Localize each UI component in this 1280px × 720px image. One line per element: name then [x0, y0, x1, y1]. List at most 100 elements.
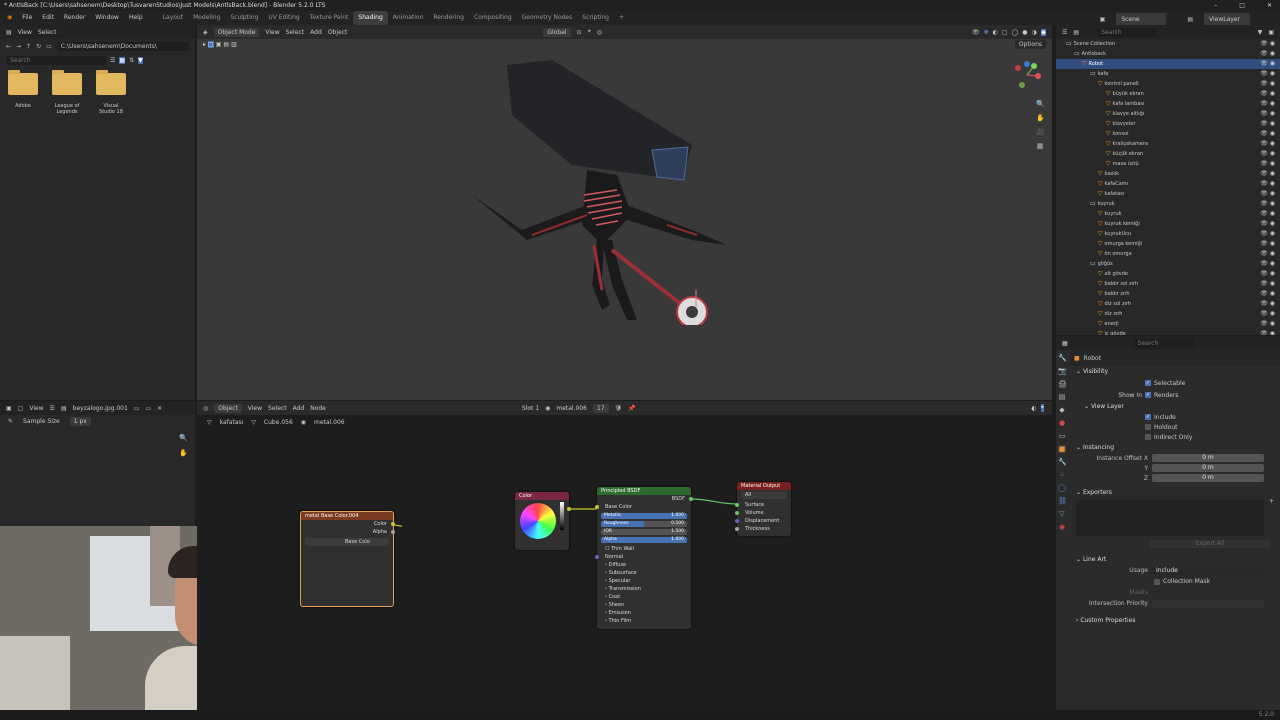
image-new-icon[interactable]: ▭	[134, 405, 140, 412]
vp-menu-select[interactable]: Select	[286, 29, 305, 36]
sort-icon[interactable]: ⇅	[129, 57, 134, 64]
ie-menu-view[interactable]: View	[29, 405, 43, 412]
filter-icon[interactable]: ▼	[138, 56, 143, 64]
vp-menu-add[interactable]: Add	[310, 29, 322, 36]
visibility-toggle-icon[interactable]: 👁 ◉	[1260, 259, 1275, 269]
tab-layout[interactable]: Layout	[158, 11, 188, 25]
modifier-tab-icon[interactable]: 🔧	[1058, 458, 1067, 466]
section-exporters[interactable]: ⌄ Exporters	[1070, 487, 1280, 498]
outliner-row[interactable]: ▽ kafatası 👁 ◉	[1056, 189, 1280, 199]
ie-view-icon[interactable]: ▢	[18, 405, 24, 412]
visibility-toggle-icon[interactable]: 👁 ◉	[1260, 179, 1275, 189]
tab-rendering[interactable]: Rendering	[428, 11, 469, 25]
overlay-icon[interactable]: ◐	[993, 29, 998, 36]
visibility-toggle-icon[interactable]: 👁 ◉	[1260, 119, 1275, 129]
menu-help[interactable]: Help	[124, 11, 148, 25]
ortho-grid-icon[interactable]: ▦	[1036, 142, 1044, 150]
view-layer-tab-icon[interactable]: ▤	[1058, 393, 1066, 401]
socket-icon[interactable]	[567, 507, 571, 511]
folder-item[interactable]: League of Legends	[52, 70, 82, 115]
target-selector[interactable]: All	[741, 492, 787, 499]
visibility-toggle-icon[interactable]: 👁 ◉	[1260, 129, 1275, 139]
panel-sheen[interactable]: › Sheen	[597, 601, 691, 609]
camera-view-icon[interactable]: 🎥	[1036, 128, 1045, 136]
navigation-gizmo[interactable]	[1012, 60, 1042, 90]
socket-icon[interactable]	[391, 522, 395, 526]
exporters-list[interactable]: +	[1076, 498, 1274, 536]
particles-tab-icon[interactable]: ⁘	[1058, 471, 1066, 479]
visibility-toggle-icon[interactable]: 👁 ◉	[1260, 159, 1275, 169]
tool-tab-icon[interactable]: 🔧	[1058, 354, 1067, 362]
output-tab-icon[interactable]: 🖨	[1058, 380, 1067, 388]
physics-tab-icon[interactable]: ◯	[1058, 484, 1066, 492]
shading-solid-icon[interactable]: ●	[1022, 29, 1027, 36]
play-icon[interactable]: ▸	[203, 41, 206, 48]
panel-emission[interactable]: › Emission	[597, 609, 691, 617]
editor-type-icon[interactable]: ▦	[1062, 340, 1068, 347]
grid-view-icon[interactable]: ▦	[119, 56, 126, 64]
visibility-toggle-icon[interactable]: 👁 ◉	[1260, 199, 1275, 209]
outliner-row[interactable]: ▽ konsol 👁 ◉	[1056, 129, 1280, 139]
outliner-row[interactable]: ▽ klavye altlığı 👁 ◉	[1056, 109, 1280, 119]
material-tab-icon[interactable]: ◉	[1058, 523, 1066, 531]
object-tab-icon[interactable]: ■	[1058, 445, 1066, 453]
robot-model[interactable]	[452, 55, 752, 325]
image-editor[interactable]: ▣ ▢ View ☰ ▤ beyzalogo.jpg.001 ▭ ▭ ✕ ✎ S…	[0, 401, 195, 526]
parent-dir-icon[interactable]: ↑	[26, 43, 31, 50]
new-collection-icon[interactable]: ▣	[1268, 29, 1274, 36]
minimize-icon[interactable]: –	[1214, 0, 1217, 11]
usage-selector[interactable]: Include	[1152, 566, 1264, 575]
orientation-selector[interactable]: Global	[543, 27, 571, 37]
color-wheel[interactable]	[520, 503, 556, 539]
xray-icon[interactable]: ▢	[1002, 29, 1008, 36]
image-unlink-icon[interactable]: ✕	[157, 405, 162, 412]
outliner-row[interactable]: ▽ baldır sol zırh 👁 ◉	[1056, 279, 1280, 289]
fb-search-input[interactable]: Search	[6, 55, 106, 65]
section-visibility[interactable]: ⌄ Visibility	[1070, 366, 1280, 377]
visibility-toggle-icon[interactable]: 👁 ◉	[1260, 299, 1275, 309]
folder-item[interactable]: Adobe	[8, 70, 38, 109]
alpha-slider[interactable]: Alpha 1.000	[601, 537, 687, 543]
socket-icon[interactable]	[735, 527, 739, 531]
image-browse-icon[interactable]: ▤	[61, 405, 67, 412]
shading-wire-icon[interactable]: ◯	[1012, 29, 1019, 36]
socket-icon[interactable]	[595, 505, 599, 509]
editor-type-icon[interactable]: ▣	[6, 405, 12, 412]
sample-size-field[interactable]: 1 px	[69, 416, 91, 426]
viewport-3d[interactable]: ◈ Object Mode View Select Add Object Glo…	[197, 25, 1052, 400]
visibility-toggle-icon[interactable]: 👁 ◉	[1260, 189, 1275, 199]
socket-icon[interactable]	[735, 511, 739, 515]
menu-file[interactable]: File	[17, 11, 37, 25]
options-button[interactable]: Options	[1014, 40, 1046, 49]
menu-render[interactable]: Render	[59, 11, 90, 25]
outliner-row[interactable]: ▽ kraliçekamera 👁 ◉	[1056, 139, 1280, 149]
color-node[interactable]: Color	[515, 492, 571, 550]
socket-icon[interactable]	[689, 497, 693, 501]
refresh-icon[interactable]: ↻	[36, 43, 41, 50]
panel-thin-film[interactable]: › Thin Film	[597, 617, 691, 625]
constraints-tab-icon[interactable]: ⛓	[1058, 497, 1067, 505]
visibility-toggle-icon[interactable]: 👁 ◉	[1260, 49, 1275, 59]
outliner-row[interactable]: ▽ küçük ekran 👁 ◉	[1056, 149, 1280, 159]
panel-transmission[interactable]: › Transmission	[597, 585, 691, 593]
back-icon[interactable]: ←	[6, 43, 11, 50]
section-line-art[interactable]: ⌄ Line Art	[1070, 554, 1280, 565]
image-field[interactable]: Base Colo	[305, 538, 389, 546]
outliner-row[interactable]: ▽ ön omurga 👁 ◉	[1056, 249, 1280, 259]
tab-shading[interactable]: Shading	[353, 11, 388, 25]
outliner-row[interactable]: ▭ göğüs 👁 ◉	[1056, 259, 1280, 269]
editor-type-icon[interactable]: ☰	[1062, 29, 1067, 36]
metallic-slider[interactable]: Metallic 1.000	[601, 513, 687, 519]
shading-render-icon[interactable]: ◉	[1040, 28, 1046, 36]
shading-material-icon[interactable]: ◑	[1032, 29, 1037, 36]
vp-menu-view[interactable]: View	[265, 29, 279, 36]
select-subtract-icon[interactable]: ▤	[223, 41, 229, 48]
socket-icon[interactable]	[735, 503, 739, 507]
visibility-toggle-icon[interactable]: 👁 ◉	[1260, 229, 1275, 239]
node-editor[interactable]: ◎ Object View Select Add Node Slot 1 ◉ m…	[197, 401, 1052, 720]
eyedropper-icon[interactable]: ✎	[8, 418, 13, 425]
outliner-row[interactable]: ▽ baldır zırh 👁 ◉	[1056, 289, 1280, 299]
pan-hand-icon[interactable]: ✋	[179, 449, 188, 457]
thin-wall-checkbox[interactable]: ☐ Thin Wall	[597, 545, 691, 553]
visibility-toggle-icon[interactable]: 👁 ◉	[1260, 149, 1275, 159]
